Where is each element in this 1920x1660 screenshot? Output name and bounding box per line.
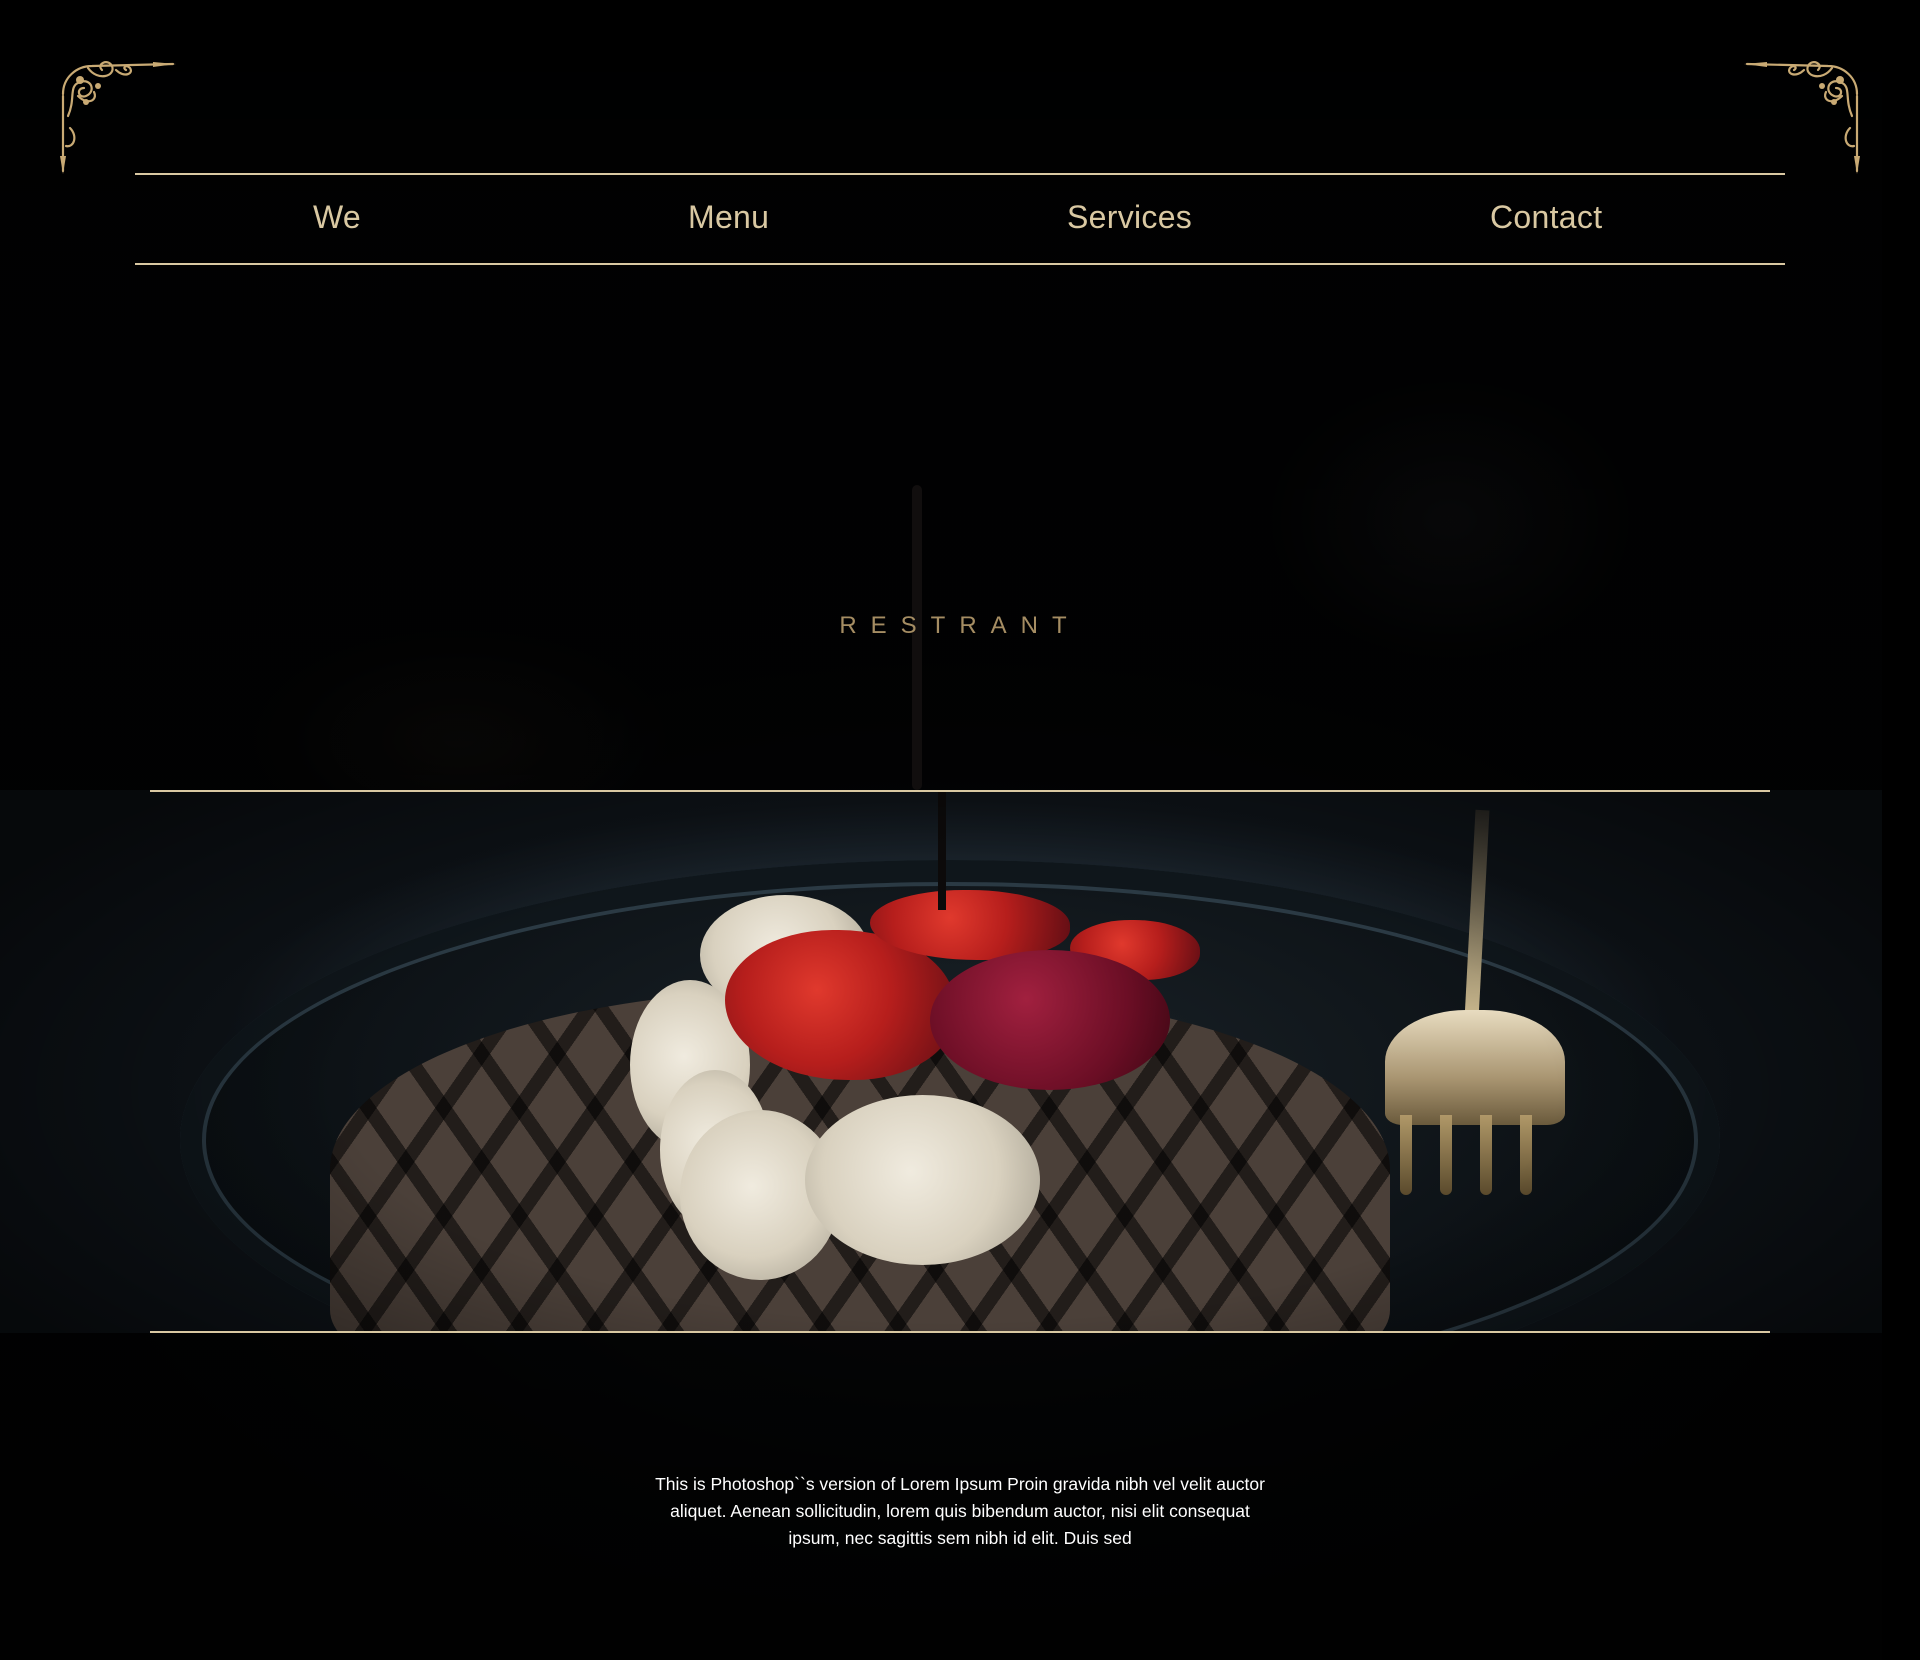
- brand-logo: DS: [0, 395, 1920, 591]
- nav-item-menu[interactable]: Menu: [688, 199, 769, 236]
- brand-tagline: RESTRANT: [839, 612, 1081, 639]
- nav-item-contact[interactable]: Contact: [1490, 199, 1602, 236]
- logo-text: DS: [818, 395, 1102, 591]
- photo-vignette: [0, 790, 1882, 1333]
- nav-item-services[interactable]: Services: [1067, 199, 1192, 236]
- nav-item-we[interactable]: We: [313, 199, 361, 236]
- waffle-photo: [0, 790, 1882, 1333]
- corner-ornament-icon: [60, 61, 176, 174]
- corner-ornament-icon: [1744, 61, 1860, 174]
- page-edge: [1882, 0, 1920, 1660]
- main-nav: We Menu Services Contact: [135, 173, 1785, 265]
- description-text: This is Photoshop``s version of Lorem Ip…: [655, 1473, 1265, 1548]
- divider-bottom: [150, 1331, 1770, 1333]
- divider-top: [150, 790, 1770, 792]
